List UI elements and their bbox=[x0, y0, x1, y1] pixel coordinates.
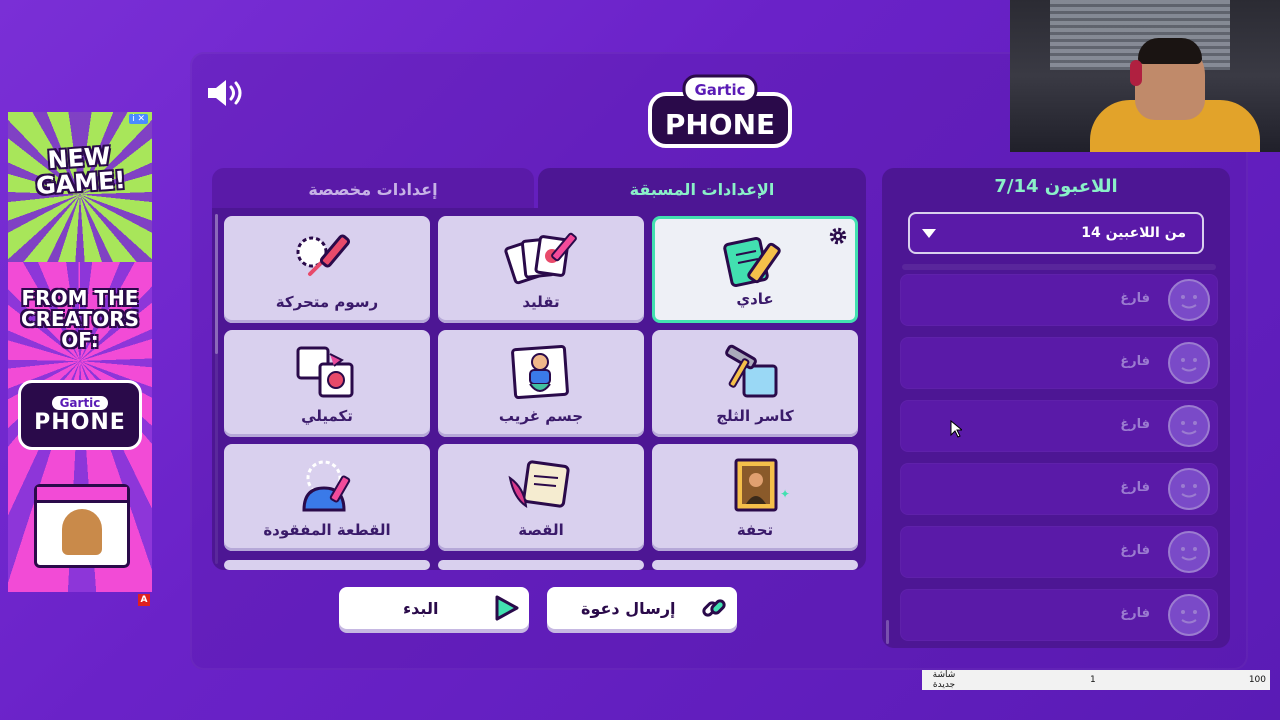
ad-logo-bottom: PHONE bbox=[34, 409, 126, 435]
play-icon bbox=[495, 595, 519, 621]
tab-custom-settings[interactable]: إعدادات مخصصة bbox=[212, 168, 534, 210]
sound-icon[interactable] bbox=[206, 78, 246, 108]
grid-scrollbar[interactable] bbox=[215, 214, 218, 354]
player-slot: فارغ bbox=[900, 589, 1218, 641]
puzzle-icon bbox=[296, 346, 354, 398]
avatar-placeholder-icon bbox=[1168, 342, 1210, 384]
mode-label: تقليد bbox=[522, 293, 560, 311]
mode-label: رسوم متحركة bbox=[275, 293, 379, 311]
gear-icon[interactable] bbox=[827, 225, 849, 247]
mode-card-strange-body[interactable]: جسم غريب bbox=[438, 330, 644, 437]
ad-headline: NEW GAME! bbox=[35, 141, 127, 201]
mode-card-partial[interactable] bbox=[438, 560, 644, 570]
mode-card-animation[interactable]: رسوم متحركة bbox=[224, 216, 430, 323]
avatar-placeholder-icon bbox=[1168, 594, 1210, 636]
mode-card-icebreaker[interactable]: كاسر الثلج bbox=[652, 330, 858, 437]
player-slot: فارغ bbox=[900, 400, 1218, 452]
ad-logo-top: Gartic bbox=[51, 395, 109, 410]
player-slot: فارغ bbox=[900, 463, 1218, 515]
mode-label: القطعة المفقودة bbox=[263, 521, 391, 539]
mode-card-masterpiece[interactable]: ✦ تحفة bbox=[652, 444, 858, 551]
ice-breaker-icon bbox=[725, 344, 778, 398]
slot-label: فارغ bbox=[1120, 354, 1150, 369]
webcam-overlay bbox=[1010, 0, 1280, 152]
tab-preset-settings[interactable]: الإعدادات المسبقة bbox=[538, 168, 866, 210]
players-title: اللاعبون 7/14 bbox=[994, 176, 1118, 197]
mode-label: جسم غريب bbox=[498, 407, 584, 425]
player-slot: فارغ bbox=[900, 337, 1218, 389]
svg-text:PHONE: PHONE bbox=[665, 108, 775, 141]
notebook-pencil-icon bbox=[723, 236, 781, 288]
ad-logo: Gartic PHONE bbox=[18, 380, 142, 450]
avatar-placeholder-icon bbox=[1168, 405, 1210, 447]
player-slot: فارغ bbox=[900, 274, 1218, 326]
players-panel: اللاعبون 7/14 14 من اللاعبين فارغ فارغ ف… bbox=[882, 168, 1230, 648]
svg-text:Gartic: Gartic bbox=[694, 81, 745, 99]
mode-card-partial[interactable] bbox=[652, 560, 858, 570]
player-count-select[interactable]: 14 من اللاعبين bbox=[908, 212, 1204, 254]
invite-button[interactable]: إرسال دعوة bbox=[547, 587, 737, 629]
overlay-mid-text: 1 bbox=[1090, 675, 1096, 685]
mode-card-story[interactable]: القصة bbox=[438, 444, 644, 551]
ad-subline: FROM THE CREATORS OF: bbox=[20, 286, 140, 352]
mode-card-missing-piece[interactable]: القطعة المفقودة bbox=[224, 444, 430, 551]
overlay-left-text: شاشة جديدة bbox=[932, 670, 956, 690]
overlay-right-text: 100 bbox=[1248, 675, 1266, 685]
strange-body-icon bbox=[511, 344, 569, 400]
slot-label: فارغ bbox=[1120, 480, 1150, 495]
calendar-illustration bbox=[34, 484, 130, 568]
slot-label: فارغ bbox=[1120, 543, 1150, 558]
player-slot: فارغ bbox=[900, 526, 1218, 578]
avatar-placeholder-icon bbox=[1168, 531, 1210, 573]
start-label: البدء bbox=[403, 598, 439, 618]
settings-panel: إعدادات مخصصة الإعدادات المسبقة عادي تقل… bbox=[212, 168, 866, 570]
player-count-value: 14 من اللاعبين bbox=[1081, 225, 1186, 241]
gartic-phone-logo: Gartic PHONE bbox=[648, 74, 792, 148]
mode-label: كاسر الثلج bbox=[716, 407, 794, 425]
slot-label: فارغ bbox=[1120, 606, 1150, 621]
start-button[interactable]: البدء bbox=[339, 587, 529, 629]
avatar-placeholder-icon bbox=[1168, 468, 1210, 510]
cards-icon bbox=[504, 232, 577, 285]
mode-card-imitation[interactable]: تقليد bbox=[438, 216, 644, 323]
ad-banner[interactable]: i ✕ NEW GAME! FROM THE CREATORS OF: Gart… bbox=[8, 112, 152, 592]
missing-piece-icon bbox=[302, 460, 351, 512]
invite-label: إرسال دعوة bbox=[581, 598, 676, 618]
mode-card-normal[interactable]: عادي bbox=[652, 216, 858, 323]
chevron-down-icon bbox=[922, 229, 936, 238]
animation-icon bbox=[296, 234, 351, 276]
slot-label: فارغ bbox=[1120, 291, 1150, 306]
ad-info-badge[interactable]: i ✕ bbox=[129, 114, 148, 124]
stream-overlay-bar: شاشة جديدة 1 100 bbox=[922, 670, 1270, 690]
svg-text:✦: ✦ bbox=[780, 487, 790, 501]
link-icon bbox=[702, 599, 726, 617]
mode-grid: عادي تقليد رسوم متحركة كاسر الثلج جسم غر… bbox=[212, 208, 866, 570]
players-scrollbar[interactable] bbox=[886, 620, 889, 644]
divider bbox=[902, 264, 1216, 270]
story-scroll-icon bbox=[508, 460, 570, 509]
slot-label: فارغ bbox=[1120, 417, 1150, 432]
mouse-cursor-icon bbox=[950, 420, 962, 438]
mode-card-complementary[interactable]: تكميلي bbox=[224, 330, 430, 437]
mode-card-partial[interactable] bbox=[224, 560, 430, 570]
mode-label: القصة bbox=[518, 521, 564, 539]
mode-label: عادي bbox=[736, 290, 774, 308]
ad-corner-badge[interactable]: A bbox=[138, 594, 150, 606]
masterpiece-icon: ✦ bbox=[734, 458, 790, 512]
mode-label: تكميلي bbox=[301, 407, 353, 425]
avatar-placeholder-icon bbox=[1168, 279, 1210, 321]
mode-label: تحفة bbox=[736, 521, 774, 539]
